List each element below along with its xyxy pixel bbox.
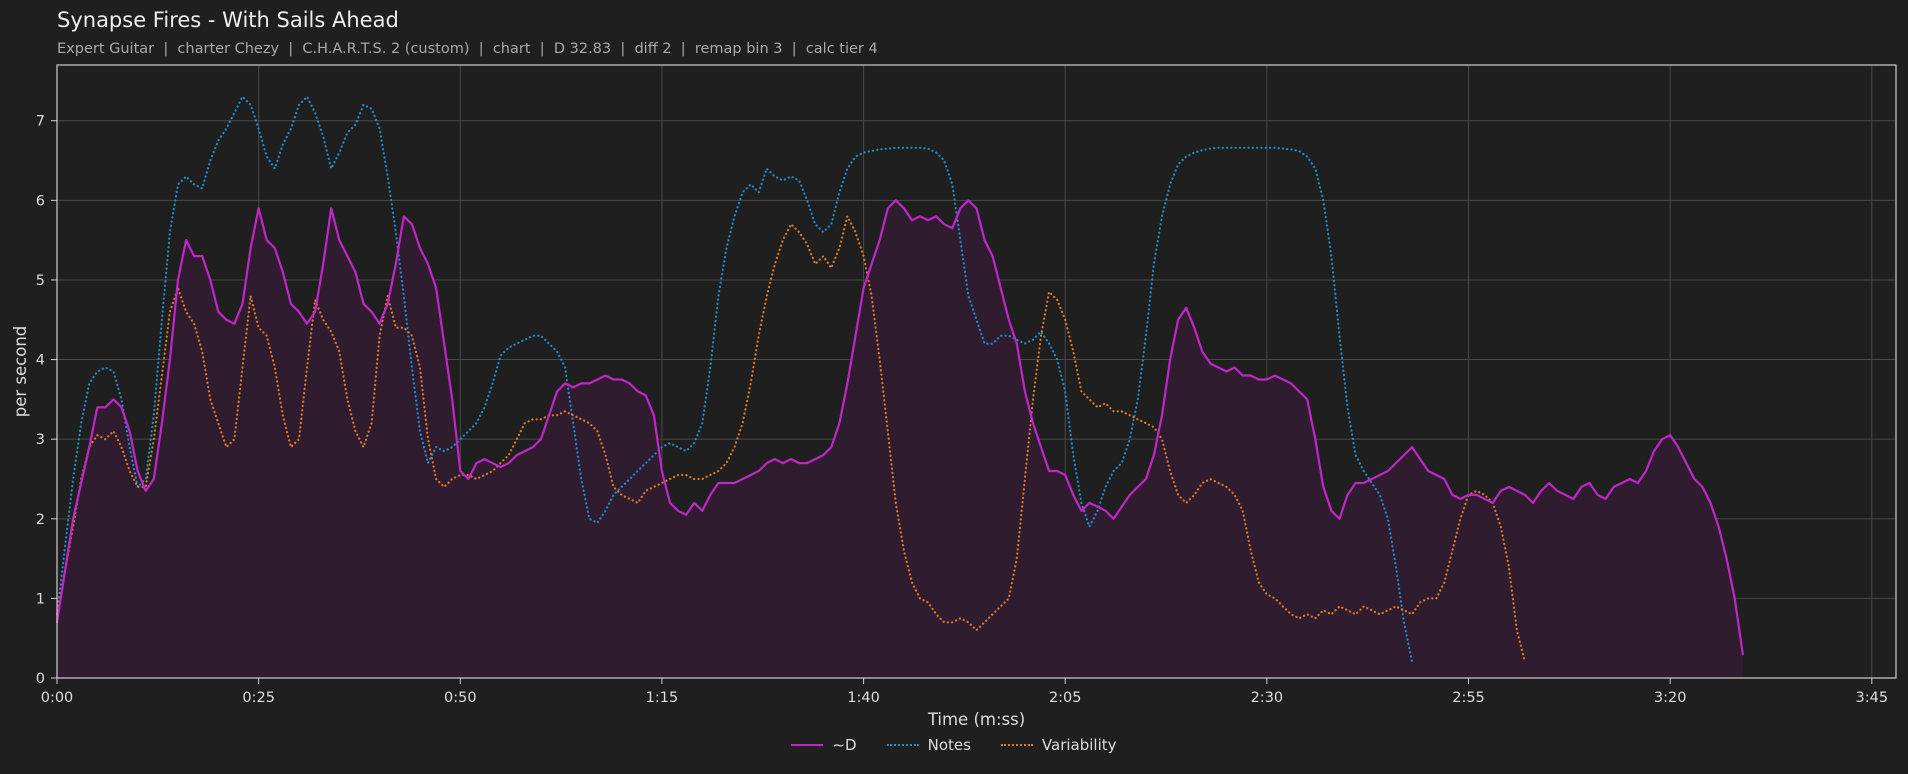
x-tick-label: 0:25 <box>242 690 275 706</box>
x-tick-label: 1:40 <box>847 690 880 706</box>
legend-label-d: ~D <box>832 736 857 754</box>
line-chart: 0 1 2 3 4 5 6 7 0:00 0:25 0:50 1:15 1:40 2:05 2:30 2:55… <box>11 64 1897 729</box>
legend-label-variability: Variability <box>1041 736 1117 754</box>
legend-label-notes: Notes <box>927 736 971 754</box>
x-tick-label: 0:50 <box>444 690 477 706</box>
legend-swatch-d <box>791 744 824 746</box>
x-axis-label: Time (m:ss) <box>927 710 1025 729</box>
y-tick-label: 3 <box>36 432 45 448</box>
legend-swatch-notes <box>886 744 919 746</box>
x-tick-label: 2:55 <box>1452 690 1485 706</box>
x-tick-label: 2:05 <box>1049 690 1082 706</box>
y-tick-label: 7 <box>36 114 45 130</box>
x-tick-label: 0:00 <box>41 690 74 706</box>
x-tick-label: 1:15 <box>646 690 679 706</box>
y-tick-label: 0 <box>36 671 45 687</box>
legend-swatch-variability <box>1000 744 1033 746</box>
legend-item-d[interactable]: ~D <box>791 736 857 754</box>
legend-item-variability[interactable]: Variability <box>1000 736 1117 754</box>
y-tick-label: 6 <box>36 193 45 209</box>
legend-item-notes[interactable]: Notes <box>886 736 971 754</box>
legend: ~D Notes Variability <box>0 736 1908 754</box>
y-axis-label: per second <box>11 326 30 418</box>
y-tick-label: 4 <box>36 353 45 369</box>
x-tick-label: 3:20 <box>1654 690 1687 706</box>
y-tick-label: 2 <box>36 512 45 528</box>
y-tick-label: 5 <box>36 273 45 289</box>
x-tick-label: 2:30 <box>1251 690 1284 706</box>
y-tick-label: 1 <box>36 591 45 607</box>
x-tick-label: 3:45 <box>1856 690 1889 706</box>
